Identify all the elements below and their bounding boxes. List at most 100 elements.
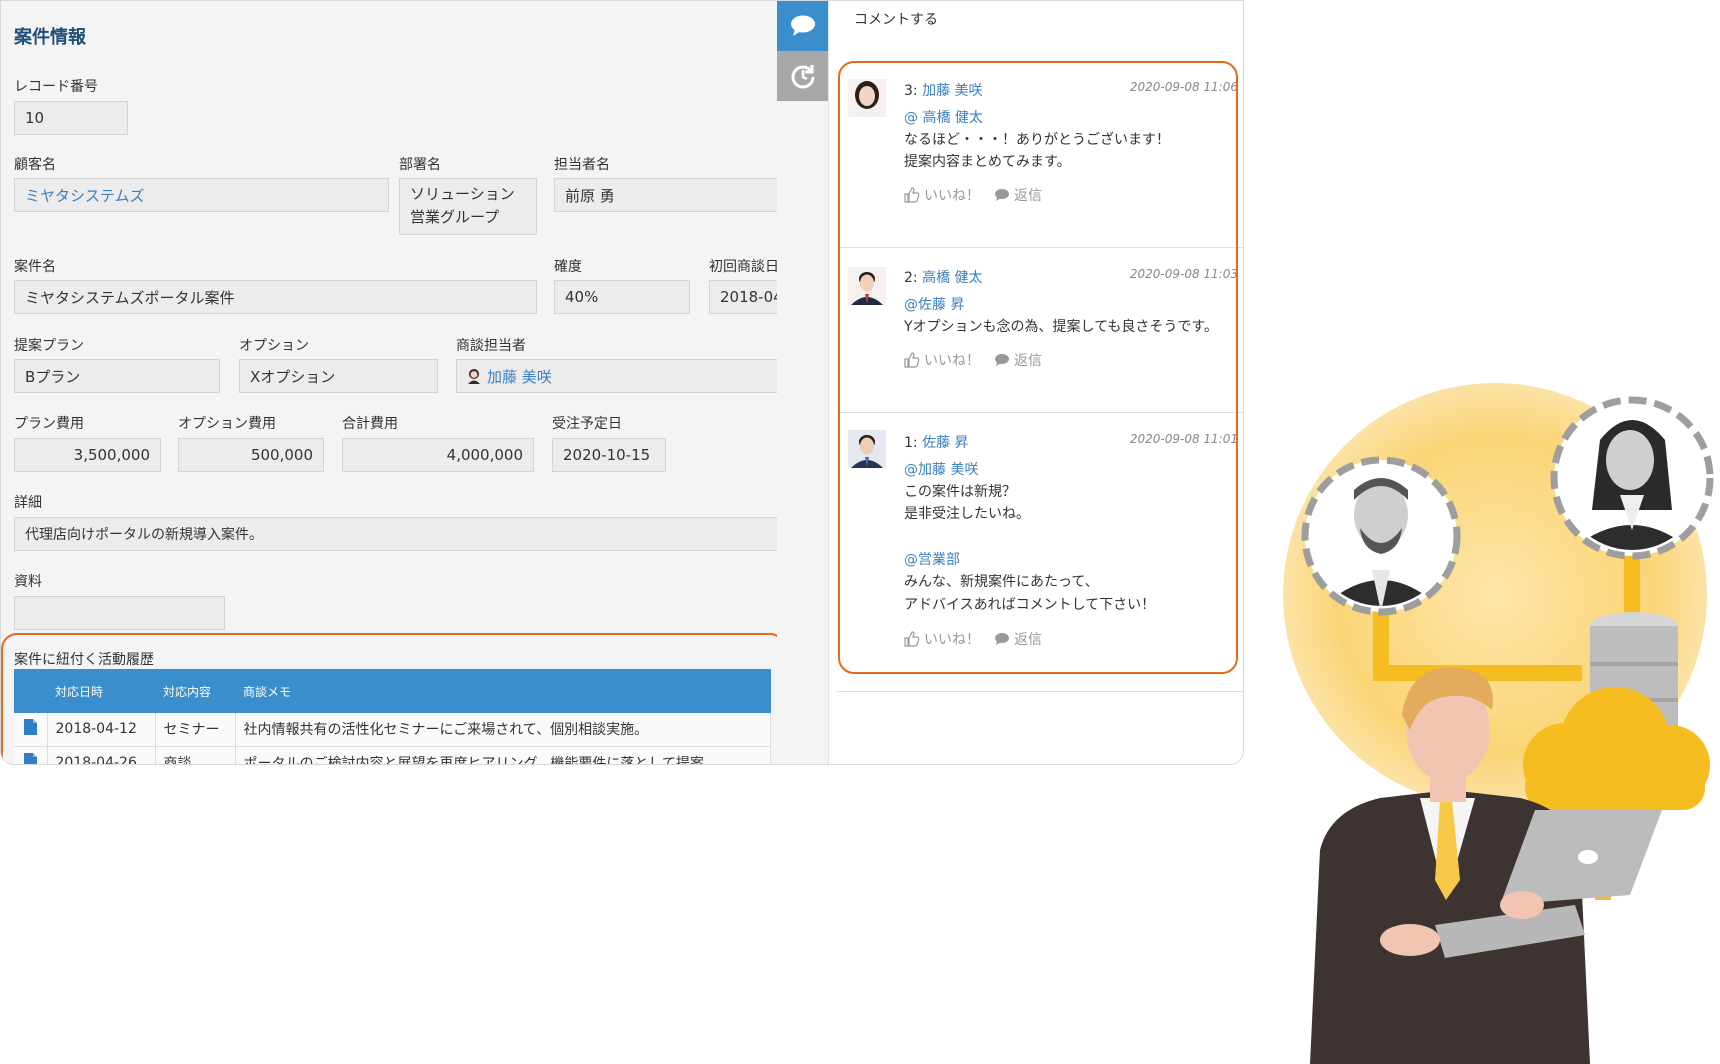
materials-label: 資料 (14, 574, 42, 590)
thumbs-up-icon[interactable] (904, 187, 920, 203)
comment-item: 2: 高橋 健太 2020-09-08 11:03 @佐藤 昇 Yオプションも念… (829, 248, 1243, 413)
reply-icon[interactable] (994, 632, 1010, 646)
comment-divider (837, 691, 1243, 692)
reply-icon[interactable] (994, 353, 1010, 367)
deal-name-field: ミヤタシステムズポータル案件 (14, 280, 537, 314)
row-type: 商談 (155, 746, 236, 764)
comment-text-line: アドバイスあればコメントして下さい！ (904, 597, 1156, 613)
assignee-label: 担当者名 (554, 157, 610, 173)
comment-mention[interactable]: @加藤 美咲 (904, 459, 978, 479)
reply-button[interactable]: 返信 (1014, 350, 1042, 370)
avatar (848, 430, 886, 468)
history-header-row: 対応日時 対応内容 商談メモ (14, 669, 771, 713)
thumbs-up-icon[interactable] (904, 352, 920, 368)
app-window: 案件情報 レコード番号 10 顧客名 ミヤタシステムズ 部署名 ソリューション … (0, 0, 1244, 765)
plan-field: Bプラン (14, 359, 220, 393)
history-table: 対応日時 対応内容 商談メモ 2018-04-12 セミナー 社内情報共有の活性… (14, 669, 771, 766)
customer-label: 顧客名 (14, 157, 56, 173)
history-tab-button[interactable] (777, 51, 828, 101)
department-field: ソリューション 営業グループ (399, 178, 537, 235)
history-table-wrap: 対応日時 対応内容 商談メモ 2018-04-12 セミナー 社内情報共有の活性… (14, 669, 771, 766)
history-clock-icon (791, 65, 814, 89)
comment-text-line: 是非受注したいね。 (904, 506, 1030, 522)
comment-item: 3: 加藤 美咲 2020-09-08 11:06 @ 高橋 健太 なるほど・・… (829, 61, 1243, 246)
total-cost-field: 4,000,000 (342, 438, 534, 472)
row-memo: 社内情報共有の活性化セミナーにご来場されて、個別相談実施。 (235, 713, 771, 747)
avatar (848, 79, 886, 117)
comment-author-name[interactable]: 加藤 美咲 (922, 83, 982, 99)
customer-link[interactable]: ミヤタシステムズ (14, 178, 389, 212)
avatar-man-icon (848, 430, 886, 468)
comment-mention-group[interactable]: @営業部 (904, 549, 960, 569)
comment-panel: コメントする 3: 加藤 美咲 2020-09-08 11:06 @ 高橋 健太… (828, 1, 1243, 764)
avatar-man-icon (851, 272, 883, 305)
materials-field (14, 596, 225, 630)
sales-rep-label: 商談担当者 (456, 338, 526, 354)
document-icon[interactable] (23, 719, 37, 736)
history-header-icon-col (14, 669, 47, 713)
thumbs-up-icon[interactable] (904, 631, 920, 647)
row-memo: ポータルのご検討内容と展望を再度ヒアリング。機能要件に落として提案。 (235, 746, 771, 764)
comment-text-line: この案件は新規？ (904, 484, 1016, 500)
comment-actions: いいね！ 返信 (904, 185, 1042, 205)
sales-rep-field[interactable]: 加藤 美咲 (456, 359, 816, 393)
document-icon[interactable] (23, 752, 37, 766)
comment-author-name[interactable]: 佐藤 昇 (922, 435, 968, 451)
order-date-field: 2020-10-15 (552, 438, 666, 472)
like-button[interactable]: いいね！ (924, 629, 980, 649)
record-number-field: 10 (14, 101, 128, 135)
table-row[interactable]: 2018-04-26 商談 ポータルのご検討内容と展望を再度ヒアリング。機能要件… (14, 746, 771, 766)
row-date: 2018-04-26 (47, 746, 156, 764)
table-row[interactable]: 2018-04-12 セミナー 社内情報共有の活性化セミナーにご来場されて、個別… (14, 713, 771, 747)
department-line1: ソリューション (410, 185, 515, 203)
comment-author[interactable]: 2: 高橋 健太 (904, 267, 983, 287)
comment-author-name[interactable]: 高橋 健太 (922, 270, 982, 286)
history-header-date: 対応日時 (47, 669, 155, 713)
comment-author[interactable]: 1: 佐藤 昇 (904, 432, 969, 452)
comment-timestamp: 2020-09-08 11:06 (1129, 80, 1238, 94)
comment-number: 2: (904, 270, 918, 286)
comment-text-line: なるほど・・・！ありがとうございます！ (904, 132, 1170, 148)
plan-cost-field: 3,500,000 (14, 438, 161, 472)
comment-number: 3: (904, 83, 918, 99)
avatar (848, 267, 886, 305)
like-button[interactable]: いいね！ (924, 185, 980, 205)
comment-mention[interactable]: @佐藤 昇 (904, 294, 964, 314)
deal-name-label: 案件名 (14, 259, 56, 275)
row-type: セミナー (155, 713, 236, 747)
comment-author[interactable]: 3: 加藤 美咲 (904, 80, 983, 100)
department-line2: 営業グループ (410, 208, 500, 226)
comment-actions: いいね！ 返信 (904, 350, 1042, 370)
row-date: 2018-04-12 (47, 713, 156, 747)
department-label: 部署名 (399, 157, 441, 173)
history-header-memo: 商談メモ (235, 669, 771, 713)
like-button[interactable]: いいね！ (924, 350, 980, 370)
comment-timestamp: 2020-09-08 11:01 (1129, 432, 1238, 446)
first-meeting-label: 初回商談日 (709, 259, 779, 275)
probability-label: 確度 (554, 259, 582, 275)
comment-mention[interactable]: @ 高橋 健太 (904, 107, 983, 127)
reply-button[interactable]: 返信 (1014, 185, 1042, 205)
option-field: Xオプション (239, 359, 438, 393)
option-cost-field: 500,000 (178, 438, 324, 472)
option-label: オプション (239, 338, 309, 354)
comment-text-line: Yオプションも念の為、提案しても良さそうです。 (904, 319, 1219, 335)
comment-number: 1: (904, 435, 918, 451)
business-illustration (1283, 383, 1714, 1064)
sales-rep-name: 加藤 美咲 (487, 367, 552, 386)
reply-icon[interactable] (994, 188, 1010, 202)
side-toolbar (777, 1, 828, 764)
comment-item: 1: 佐藤 昇 2020-09-08 11:01 @加藤 美咲 この案件は新規？… (829, 413, 1243, 673)
detail-field: 代理店向けポータルの新規導入案件。 (14, 517, 817, 551)
comment-tab-button[interactable] (777, 1, 828, 51)
detail-label: 詳細 (14, 495, 42, 511)
section-title: 案件情報 (14, 27, 86, 48)
user-avatar-icon (468, 369, 480, 384)
row-doc-cell[interactable] (14, 713, 48, 747)
comment-compose-link[interactable]: コメントする (854, 9, 938, 29)
reply-button[interactable]: 返信 (1014, 629, 1042, 649)
row-doc-cell[interactable] (14, 746, 48, 766)
comment-timestamp: 2020-09-08 11:03 (1129, 267, 1238, 281)
avatar-woman-icon (852, 81, 882, 117)
comment-text-line: みんな、新規案件にあたって、 (904, 574, 1099, 590)
